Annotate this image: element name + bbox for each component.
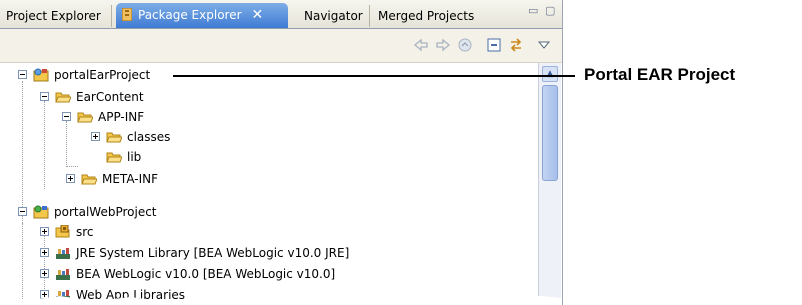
folder-open-icon [55, 92, 71, 103]
tab-navigator[interactable]: Navigator [298, 5, 370, 27]
tree-item-label: src [76, 225, 94, 239]
folder-open-icon [77, 112, 93, 123]
collapse-all-icon[interactable] [486, 37, 502, 53]
tree-item-label: META-INF [102, 172, 159, 186]
web-project-icon [33, 205, 49, 219]
tree-item-label: APP-INF [98, 110, 145, 124]
callout-label: Portal EAR Project [584, 65, 736, 84]
source-folder-icon [55, 225, 70, 238]
tree-item-jre-system-library[interactable]: JRE System Library [BEA WebLogic v10.0 J… [0, 243, 400, 263]
library-icon [56, 248, 70, 259]
tree-item-portalEarProject[interactable]: portalEarProject [0, 65, 200, 85]
collapse-toggle[interactable] [62, 112, 71, 121]
tree-item-label: lib [127, 150, 142, 164]
expand-toggle[interactable] [40, 269, 49, 278]
tree-item-portalWebProject[interactable]: portalWebProject [0, 202, 200, 222]
collapse-toggle[interactable] [40, 92, 49, 101]
close-icon[interactable]: ✕ [252, 7, 264, 23]
vertical-scrollbar[interactable]: ▲ [538, 63, 561, 305]
tree-item-label: portalWebProject [54, 205, 157, 219]
link-with-editor-icon[interactable] [508, 37, 524, 53]
ear-project-icon [33, 68, 49, 82]
library-icon [56, 269, 70, 280]
view-tab-bar: Project Explorer Package Explorer ✕ Navig… [0, 0, 562, 29]
tree-item-label: BEA WebLogic v10.0 [BEA WebLogic v10.0] [76, 267, 336, 281]
tree-item-classes[interactable]: classes [0, 127, 200, 147]
back-arrow-icon[interactable] [413, 37, 429, 53]
collapse-toggle[interactable] [18, 70, 27, 79]
package-icon [122, 8, 132, 21]
tree-item-EarContent[interactable]: EarContent [0, 87, 200, 107]
expand-toggle[interactable] [91, 132, 100, 141]
tab-label: Merged Projects [378, 9, 475, 23]
project-tree: portalEarProject EarContent APP-INF clas… [0, 63, 538, 305]
expand-toggle[interactable] [40, 248, 49, 257]
expand-toggle[interactable] [66, 174, 75, 183]
view-toolbar [0, 29, 562, 63]
tab-label: Navigator [304, 9, 363, 23]
tree-item-META-INF[interactable]: META-INF [0, 169, 200, 189]
tree-item-APP-INF[interactable]: APP-INF [0, 107, 200, 127]
tree-item-src[interactable]: src [0, 222, 200, 242]
collapse-toggle[interactable] [18, 207, 27, 216]
tree-item-label: EarContent [76, 90, 144, 104]
tree-item-label: classes [127, 130, 171, 144]
maximize-icon[interactable]: ▢ [545, 4, 555, 17]
scrollbar-thumb[interactable] [542, 85, 558, 181]
folder-icon [81, 174, 97, 185]
home-icon[interactable] [457, 37, 473, 53]
folder-icon [106, 132, 122, 143]
tree-item-label: portalEarProject [54, 68, 151, 82]
tab-label: Package Explorer [138, 8, 242, 22]
scroll-up-icon[interactable]: ▲ [542, 66, 558, 82]
minimize-icon[interactable]: ▭ [528, 4, 538, 17]
tree-item-label: JRE System Library [BEA WebLogic v10.0 J… [76, 246, 350, 260]
forward-arrow-icon[interactable] [435, 37, 451, 53]
package-explorer-panel: Project Explorer Package Explorer ✕ Navig… [0, 0, 563, 305]
tab-merged-projects[interactable]: Merged Projects [372, 5, 484, 27]
view-menu-icon[interactable] [536, 37, 552, 53]
callout-line [173, 75, 575, 77]
tab-package-explorer[interactable]: Package Explorer ✕ [116, 3, 288, 28]
tab-project-explorer[interactable]: Project Explorer [0, 5, 112, 27]
tab-label: Project Explorer [6, 9, 101, 23]
folder-icon [106, 152, 122, 163]
torn-edge-decoration [0, 295, 562, 305]
tree-item-lib[interactable]: lib [0, 147, 200, 167]
expand-toggle[interactable] [40, 227, 49, 236]
tree-item-bea-weblogic-library[interactable]: BEA WebLogic v10.0 [BEA WebLogic v10.0] [0, 264, 400, 284]
